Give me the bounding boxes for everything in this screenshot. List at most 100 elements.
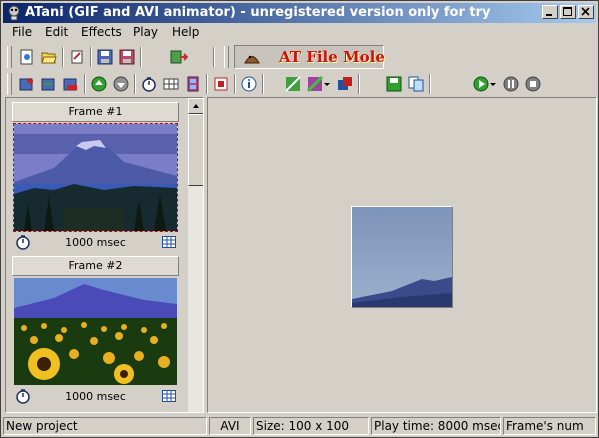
wizard-button[interactable] xyxy=(67,47,87,67)
menu-file[interactable]: File xyxy=(12,25,32,40)
menu-effects[interactable]: Effects xyxy=(81,25,122,40)
film-icon xyxy=(187,76,199,92)
text-overlay-button[interactable] xyxy=(335,74,355,94)
pause-button[interactable] xyxy=(501,74,521,94)
toolbar-grip[interactable] xyxy=(7,73,12,95)
app-window: ATani (GIF and AVI animator) - unregiste… xyxy=(0,0,599,438)
menu-help[interactable]: Help xyxy=(172,25,199,40)
export-button[interactable] xyxy=(168,47,188,67)
frame-title: Frame #1 xyxy=(12,102,179,122)
effect-button[interactable] xyxy=(283,74,303,94)
info-button[interactable] xyxy=(239,74,259,94)
move-up-button[interactable] xyxy=(89,74,109,94)
toolbar-grip[interactable] xyxy=(224,46,229,68)
app-icon xyxy=(8,5,20,21)
stopwatch-icon xyxy=(142,77,156,92)
window-title: ATani (GIF and AVI animator) - unregiste… xyxy=(25,5,491,20)
title-bar[interactable]: ATani (GIF and AVI animator) - unregiste… xyxy=(3,3,596,23)
effect-icon xyxy=(285,76,301,92)
delete-frame-icon xyxy=(63,78,77,91)
frame-thumbnail[interactable] xyxy=(13,123,178,232)
status-project: New project xyxy=(3,417,207,435)
open-project-button[interactable] xyxy=(39,47,59,67)
copy-frame-button[interactable] xyxy=(406,74,426,94)
chevron-down-icon xyxy=(324,83,330,86)
frame-item[interactable]: Frame #1 1000 msec xyxy=(12,102,179,252)
status-frame-count: Frame's num xyxy=(503,417,596,435)
pause-icon xyxy=(503,76,519,92)
move-down-button[interactable] xyxy=(111,74,131,94)
preview-image xyxy=(352,207,452,307)
file-mole-logo-icon xyxy=(244,55,260,64)
save-icon xyxy=(97,49,113,65)
frame-properties-button[interactable] xyxy=(183,74,203,94)
insert-frame-button[interactable] xyxy=(39,74,59,94)
frame-list-panel: Frame #1 1000 msec Frame #2 1000 msec xyxy=(5,97,204,413)
arrow-down-icon xyxy=(113,76,129,92)
wizard-icon xyxy=(71,50,83,64)
main-toolbar: AT File Mole xyxy=(3,43,596,71)
open-folder-icon xyxy=(41,52,57,64)
resize-icon xyxy=(214,77,228,91)
export-icon xyxy=(170,50,188,64)
minimize-button[interactable] xyxy=(542,5,558,19)
frame-delay-button[interactable] xyxy=(139,74,159,94)
menu-bar: File Edit Effects Play Help xyxy=(3,23,596,42)
delete-frame-button[interactable] xyxy=(61,74,81,94)
insert-frame-icon xyxy=(41,78,55,91)
frame-thumbnail[interactable] xyxy=(14,278,177,385)
stopwatch-icon[interactable] xyxy=(15,388,31,404)
banner-text: AT File Mole xyxy=(279,48,385,66)
mountain-lake-image xyxy=(14,124,177,231)
minimize-icon xyxy=(546,14,552,16)
frame-delay: 1000 msec xyxy=(65,390,126,403)
chevron-down-icon xyxy=(490,83,496,86)
toolbar-grip[interactable] xyxy=(7,46,12,68)
frame-delay: 1000 msec xyxy=(65,236,126,249)
overlay-icon xyxy=(338,77,352,90)
transition-dropdown-button[interactable] xyxy=(321,74,331,94)
play-dropdown-button[interactable] xyxy=(487,74,497,94)
add-frame-icon xyxy=(19,78,33,91)
close-button[interactable] xyxy=(578,5,594,19)
grid-icon[interactable] xyxy=(162,236,176,248)
menu-edit[interactable]: Edit xyxy=(45,25,68,40)
status-play-time: Play time: 8000 msec xyxy=(371,417,501,435)
maximize-icon xyxy=(563,7,572,16)
at-file-mole-banner[interactable]: AT File Mole xyxy=(234,45,385,69)
chevron-up-icon xyxy=(193,104,199,108)
grid-icon xyxy=(163,78,179,90)
close-icon xyxy=(581,7,590,16)
frame-list-scrollbar[interactable] xyxy=(188,98,203,412)
maximize-button[interactable] xyxy=(560,5,576,19)
frame-grid-button[interactable] xyxy=(161,74,181,94)
frame-toolbar xyxy=(3,70,596,98)
save-button[interactable] xyxy=(95,47,115,67)
sunflowers-image xyxy=(14,278,177,385)
grid-icon[interactable] xyxy=(162,390,176,402)
new-project-button[interactable] xyxy=(17,47,37,67)
add-frame-button[interactable] xyxy=(17,74,37,94)
frame-item[interactable]: Frame #2 1000 msec xyxy=(12,256,179,406)
save-as-button[interactable] xyxy=(117,47,137,67)
copy-icon xyxy=(408,76,424,92)
status-size: Size: 100 x 100 xyxy=(253,417,369,435)
resize-button[interactable] xyxy=(211,74,231,94)
status-format: AVI xyxy=(209,417,251,435)
save-frame-button[interactable] xyxy=(384,74,404,94)
scroll-up-button[interactable] xyxy=(188,98,203,114)
preview-area xyxy=(207,97,597,413)
menu-play[interactable]: Play xyxy=(133,25,158,40)
arrow-up-icon xyxy=(91,76,107,92)
animation-preview[interactable] xyxy=(351,206,453,308)
frame-title: Frame #2 xyxy=(12,256,179,276)
stop-icon xyxy=(525,76,541,92)
scroll-thumb[interactable] xyxy=(188,114,203,186)
new-project-icon xyxy=(20,49,33,65)
info-icon xyxy=(241,76,257,92)
stopwatch-icon[interactable] xyxy=(15,234,31,250)
status-bar: New project AVI Size: 100 x 100 Play tim… xyxy=(3,416,596,436)
save-frame-icon xyxy=(386,76,402,92)
stop-button[interactable] xyxy=(523,74,543,94)
save-as-icon xyxy=(119,49,135,65)
